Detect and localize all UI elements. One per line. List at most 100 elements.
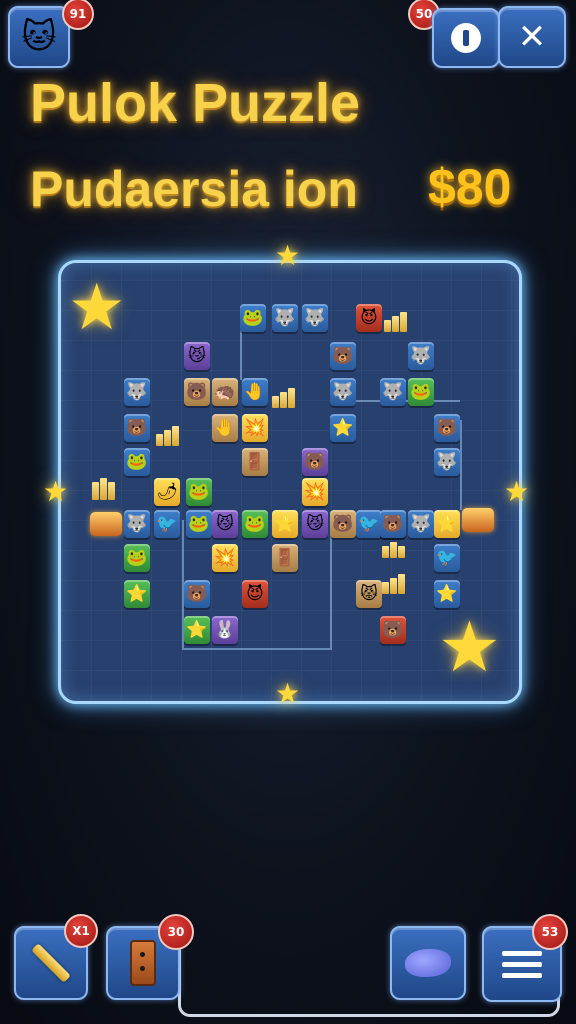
puzzle-tile[interactable]: 🐻 [380,616,406,644]
tile-creature-icon: 🤚 [244,381,266,402]
puzzle-tile[interactable]: 🐺 [302,304,328,332]
puzzle-tile[interactable]: 🐸 [408,378,434,406]
puzzle-tile[interactable]: 🐻 [330,510,356,538]
puzzle-tile[interactable]: 🚪 [272,544,298,572]
level-badge: 91 [62,0,94,30]
tile-creature-icon: 💥 [304,481,326,502]
tile-creature-icon: ⭐ [436,513,458,534]
puzzle-tile[interactable]: 🚪 [242,448,268,476]
gold-bars-icon [382,538,412,558]
tile-creature-icon: 💥 [244,417,266,438]
tile-creature-icon: 🦔 [214,381,236,402]
tile-creature-icon: 🚪 [274,547,296,568]
puzzle-tile[interactable]: 🤚 [212,414,238,442]
puzzle-tile[interactable]: ⭐ [124,580,150,608]
puzzle-tile[interactable]: 😈 [356,304,382,332]
tile-creature-icon: 🐸 [126,451,148,472]
puzzle-tile[interactable]: 🐻 [434,414,460,442]
puzzle-tile[interactable]: 🐺 [330,378,356,406]
puzzle-tile[interactable]: 🐺 [408,510,434,538]
tile-creature-icon: 🐻 [382,619,404,640]
tile-creature-icon: 🐸 [410,381,432,402]
fish-icon [405,949,451,977]
tools-button[interactable]: ✕ [498,6,566,68]
tile-creature-icon: 🐺 [410,345,432,366]
puzzle-tile[interactable]: 😼 [184,342,210,370]
edge-star-icon: ★ [43,475,69,508]
puzzle-tile[interactable]: 🐦 [356,510,382,538]
puzzle-tile[interactable]: 😈 [242,580,268,608]
edge-star-icon: ★ [275,677,301,710]
tile-creature-icon: 🐸 [244,513,266,534]
tile-creature-icon: 🐻 [332,513,354,534]
puzzle-tile[interactable]: 🦔 [212,378,238,406]
tile-creature-icon: 😈 [246,583,264,604]
crossed-tools-icon: ✕ [517,17,547,57]
puzzle-tile[interactable]: ⭐ [434,580,460,608]
corner-star-icon: ★ [68,271,126,345]
tile-creature-icon: ⭐ [332,417,354,438]
puzzle-tile[interactable]: 😼 [212,510,238,538]
puzzle-tile[interactable]: 🐸 [124,448,150,476]
menu-icon [502,950,542,978]
puzzle-tile[interactable]: 💥 [242,414,268,442]
tile-creature-icon: 🐰 [214,619,236,640]
tile-creature-icon: 🐻 [436,417,458,438]
info-button[interactable] [432,8,500,68]
gold-bars-icon [272,388,302,408]
puzzle-tile[interactable]: 🐻 [184,378,210,406]
puzzle-tile[interactable]: ⭐ [434,510,460,538]
puzzle-tile[interactable]: 🐺 [124,378,150,406]
tile-creature-icon: 🐺 [304,307,326,328]
tile-creature-icon: 🐻 [382,513,404,534]
tile-creature-icon: 🐻 [304,451,326,472]
puzzle-tile[interactable]: 🐻 [184,580,210,608]
puzzle-tile[interactable]: 😼 [302,510,328,538]
tile-creature-icon: 🐸 [242,307,264,328]
puzzle-tile[interactable]: 🐸 [242,510,268,538]
puzzle-tile[interactable]: 🐻 [124,414,150,442]
puzzle-tile[interactable]: 🐻 [380,510,406,538]
cat-icon: 🐱 [21,17,57,57]
puzzle-tile[interactable]: 🤚 [242,378,268,406]
puzzle-tile[interactable]: 🐻 [330,342,356,370]
puzzle-tile[interactable]: 🐰 [212,616,238,644]
tile-creature-icon: 🐻 [186,583,208,604]
fish-button[interactable] [390,926,466,1000]
tile-creature-icon: 💥 [214,547,236,568]
tile-creature-icon: 😼 [188,345,206,366]
tile-creature-icon: ⭐ [126,583,148,604]
puzzle-tile[interactable]: 🐺 [272,304,298,332]
puzzle-tile[interactable]: 🐸 [240,304,266,332]
puzzle-tile[interactable]: ⭐ [272,510,298,538]
puzzle-tile[interactable]: 💥 [212,544,238,572]
title-line-1: Pulok Puzzle [30,73,361,133]
puzzle-tile[interactable]: 🌶 [154,478,180,506]
price-label: $80 [428,159,512,215]
puzzle-tile[interactable]: ⭐ [184,616,210,644]
tile-creature-icon: 😼 [306,513,324,534]
puzzle-tile[interactable]: 🐸 [186,510,212,538]
puzzle-tile[interactable]: 🐸 [124,544,150,572]
tile-creature-icon: 🐺 [332,381,354,402]
puzzle-tile[interactable]: 😾 [356,580,382,608]
puzzle-tile[interactable]: 🐺 [434,448,460,476]
menu-badge: 53 [532,914,568,950]
tile-creature-icon: 🐸 [188,513,210,534]
puzzle-tile[interactable]: 🐺 [380,378,406,406]
hammer-icon [31,943,71,983]
hammer-badge: X1 [64,914,98,948]
puzzle-tile[interactable]: 🐺 [124,510,150,538]
treasure-chest-icon [90,512,122,536]
character-button[interactable]: 🐱 [8,6,70,68]
puzzle-tile[interactable]: 💥 [302,478,328,506]
puzzle-tile[interactable]: ⭐ [330,414,356,442]
puzzle-tile[interactable]: 🐦 [434,544,460,572]
puzzle-tile[interactable]: 🐦 [154,510,180,538]
puzzle-tile[interactable]: 🐻 [302,448,328,476]
info-icon [451,23,481,53]
tile-creature-icon: 🐸 [188,481,210,502]
puzzle-tile[interactable]: 🐸 [186,478,212,506]
puzzle-tile[interactable]: 🐺 [408,342,434,370]
tile-creature-icon: 🐺 [410,513,432,534]
